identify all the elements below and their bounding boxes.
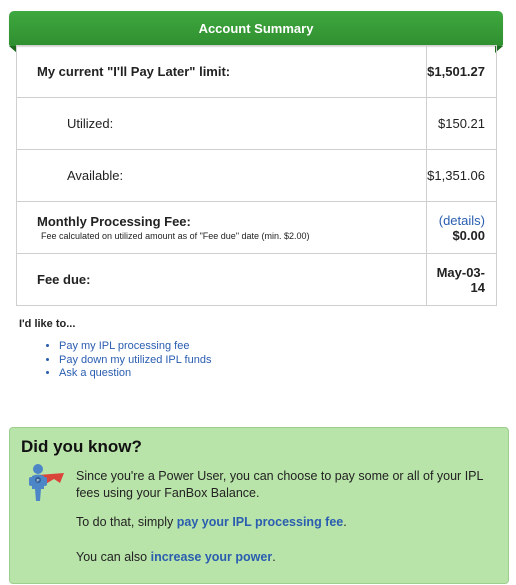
actions-list: Pay my IPL processing fee Pay down my ut…	[45, 340, 211, 381]
table-row: Available: $1,351.06	[15, 149, 497, 202]
due-value: May-03-14	[426, 253, 497, 306]
table-row: Fee due: May-03-14	[15, 253, 497, 306]
fee-note: Fee calculated on utilized amount as of …	[41, 231, 310, 241]
sentence-suffix: .	[343, 515, 347, 529]
available-label: Available:	[15, 149, 428, 202]
did-you-know-panel: Did you know? P Since you're a Power Use…	[9, 427, 509, 584]
sentence-prefix: To do that, simply	[76, 515, 177, 529]
account-summary-table: My current "I'll Pay Later" limit: $1,50…	[15, 45, 497, 306]
actions-heading: I'd like to...	[19, 318, 76, 330]
fee-value-cell: (details) $0.00	[426, 201, 497, 254]
increase-power-link[interactable]: increase your power	[151, 550, 273, 564]
fee-cell: Monthly Processing Fee: Fee calculated o…	[15, 201, 428, 254]
limit-label: My current "I'll Pay Later" limit:	[15, 45, 428, 98]
table-row: Monthly Processing Fee: Fee calculated o…	[15, 201, 497, 254]
did-you-know-title: Did you know?	[21, 437, 142, 456]
page-title: Account Summary	[198, 21, 314, 36]
pay-processing-fee-link[interactable]: pay your IPL processing fee	[177, 515, 344, 529]
svg-text:P: P	[36, 478, 39, 483]
table-row: Utilized: $150.21	[15, 97, 497, 150]
utilized-value: $150.21	[426, 97, 497, 150]
table-row: My current "I'll Pay Later" limit: $1,50…	[15, 45, 497, 98]
power-user-text: Since you're a Power User, you can choos…	[76, 469, 483, 500]
pay-fee-link[interactable]: Pay my IPL processing fee	[59, 340, 189, 352]
pay-down-link[interactable]: Pay down my utilized IPL funds	[59, 354, 211, 366]
fee-value: $0.00	[452, 227, 485, 243]
sentence-prefix: You can also	[76, 550, 151, 564]
increase-power-sentence: You can also increase your power.	[76, 549, 496, 566]
due-label: Fee due:	[15, 253, 428, 306]
sentence-suffix: .	[272, 550, 276, 564]
ask-question-link[interactable]: Ask a question	[59, 367, 131, 379]
list-item: Pay my IPL processing fee	[59, 340, 211, 354]
pay-fee-sentence: To do that, simply pay your IPL processi…	[76, 514, 496, 531]
limit-value: $1,501.27	[426, 45, 497, 98]
utilized-label: Utilized:	[15, 97, 428, 150]
fee-label: Monthly Processing Fee:	[37, 214, 191, 229]
list-item: Ask a question	[59, 367, 211, 381]
superhero-icon: P	[29, 464, 64, 501]
list-item: Pay down my utilized IPL funds	[59, 354, 211, 368]
details-link[interactable]: (details)	[439, 213, 485, 228]
available-value: $1,351.06	[426, 149, 497, 202]
account-summary-header: Account Summary	[9, 11, 503, 53]
